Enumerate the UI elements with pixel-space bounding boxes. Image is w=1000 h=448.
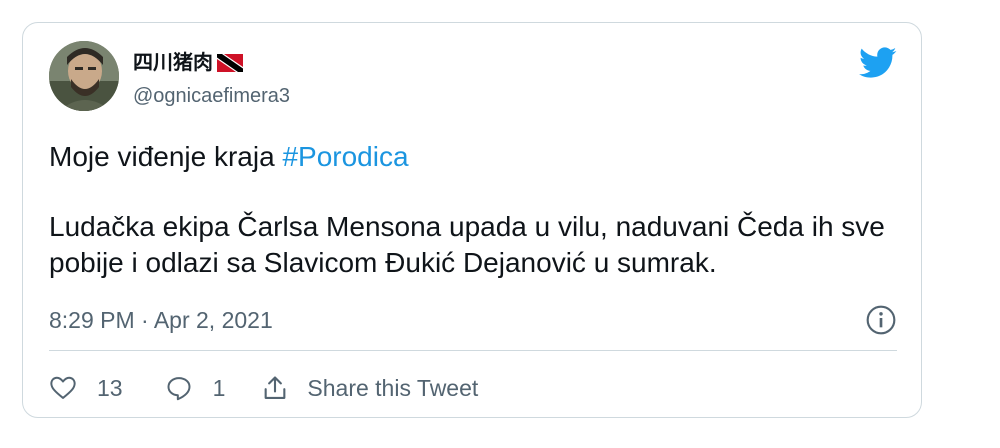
avatar-photo-icon — [49, 41, 119, 111]
tweet-timestamp[interactable]: 8:29 PM · Apr 2, 2021 — [49, 307, 273, 334]
tweet-actions: 13 1 Share this Tweet — [49, 368, 478, 408]
heart-icon — [50, 376, 76, 399]
reply-button[interactable]: 1 — [165, 374, 226, 402]
reply-count: 1 — [212, 374, 226, 401]
twitter-bird-icon[interactable] — [859, 47, 897, 79]
share-button[interactable]: Share this Tweet — [261, 374, 478, 402]
like-count: 13 — [97, 374, 123, 401]
share-label: Share this Tweet — [307, 374, 479, 401]
share-upload-icon — [265, 376, 286, 399]
tweet-paragraph-2: Ludačka ekipa Čarlsa Mensona upada u vil… — [49, 211, 885, 278]
reply-bubble-icon — [167, 377, 191, 401]
author-avatar[interactable] — [49, 41, 119, 111]
tweet-text: Moje viđenje kraja #Porodica Ludačka eki… — [49, 139, 889, 281]
info-icon[interactable] — [865, 304, 897, 336]
like-button[interactable]: 13 — [49, 374, 123, 402]
author-display-name[interactable]: 四川猪肉 — [133, 53, 213, 73]
divider — [49, 350, 897, 351]
trinidad-and-tobago-flag-icon — [217, 54, 243, 72]
author-display-name-row[interactable]: 四川猪肉 — [133, 53, 243, 73]
author-handle[interactable]: @ognicaefimera3 — [133, 85, 290, 108]
tweet-text-prefix: Moje viđenje kraja — [49, 141, 283, 172]
tweet-card: 四川猪肉 @ognicaefimera3 Moje viđenje kraja … — [22, 22, 922, 418]
tweet-line-1: Moje viđenje kraja #Porodica — [49, 139, 889, 175]
hashtag-link[interactable]: #Porodica — [282, 141, 408, 172]
